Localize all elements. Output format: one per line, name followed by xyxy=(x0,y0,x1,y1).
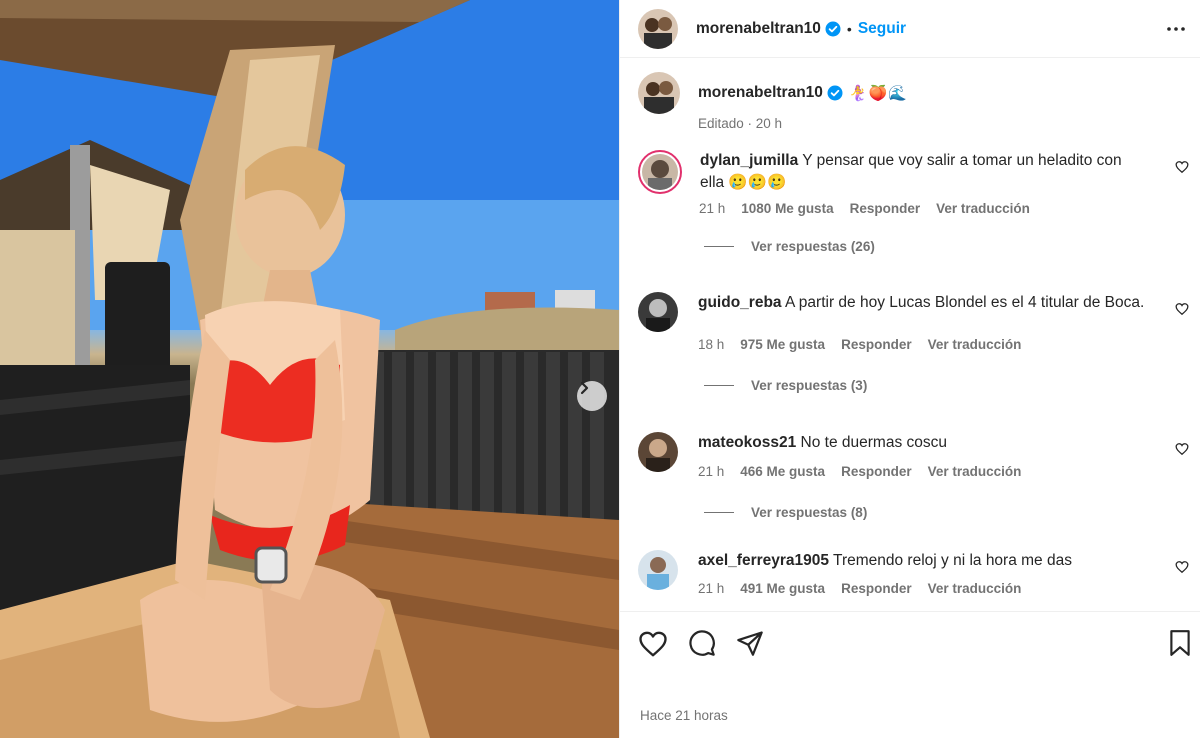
user-avatar-image xyxy=(638,72,680,114)
comment-item: mateokoss21 No te duermas coscu 21 h 466… xyxy=(638,432,1193,520)
comment-time[interactable]: 21 h xyxy=(699,201,725,216)
chevron-right-icon xyxy=(580,381,589,395)
caption-meta: Editado · 20 h xyxy=(698,116,783,131)
replies-divider xyxy=(704,246,734,247)
view-replies-button[interactable]: Ver respuestas (3) xyxy=(704,378,1193,393)
heart-icon[interactable] xyxy=(1175,160,1189,179)
comment-username[interactable]: mateokoss21 xyxy=(698,434,796,451)
comment-text: Tremendo reloj y ni la hora me das xyxy=(833,552,1072,569)
comment-likes[interactable]: 1080 Me gusta xyxy=(741,201,833,216)
next-image-button[interactable] xyxy=(577,381,607,411)
translate-button[interactable]: Ver traducción xyxy=(936,201,1030,216)
comment-time[interactable]: 18 h xyxy=(698,337,724,352)
header-username[interactable]: morenabeltran10 xyxy=(696,20,821,38)
commenter-avatar-image xyxy=(638,432,678,472)
heart-icon[interactable] xyxy=(1175,442,1189,461)
comment-username[interactable]: axel_ferreyra1905 xyxy=(698,552,829,569)
replies-divider xyxy=(704,385,734,386)
reply-button[interactable]: Responder xyxy=(841,581,912,596)
heart-icon[interactable] xyxy=(1175,302,1189,321)
translate-button[interactable]: Ver traducción xyxy=(928,337,1022,352)
comment-username[interactable]: guido_reba xyxy=(698,294,782,311)
reply-button[interactable]: Responder xyxy=(841,337,912,352)
translate-button[interactable]: Ver traducción xyxy=(928,581,1022,596)
commenter-avatar-image xyxy=(642,154,678,190)
avatar[interactable] xyxy=(638,432,678,472)
reply-button[interactable]: Responder xyxy=(841,464,912,479)
comment-likes[interactable]: 466 Me gusta xyxy=(740,464,825,479)
view-replies-label: Ver respuestas (3) xyxy=(751,378,868,393)
reply-button[interactable]: Responder xyxy=(850,201,921,216)
comment-username[interactable]: dylan_jumilla xyxy=(700,152,798,169)
heart-icon[interactable] xyxy=(1175,560,1189,579)
comment-likes[interactable]: 975 Me gusta xyxy=(740,337,825,352)
paper-plane-icon[interactable] xyxy=(736,629,764,664)
comment-item: guido_reba A partir de hoy Lucas Blondel… xyxy=(638,292,1193,393)
comment-text: No te duermas coscu xyxy=(800,434,948,451)
more-options-icon[interactable] xyxy=(1166,19,1186,44)
follow-button[interactable]: Seguir xyxy=(858,20,906,38)
avatar[interactable] xyxy=(638,292,678,332)
avatar[interactable] xyxy=(638,150,682,194)
view-replies-label: Ver respuestas (26) xyxy=(751,239,875,254)
caption-username[interactable]: morenabeltran10 xyxy=(698,84,823,102)
user-avatar-image xyxy=(638,8,678,49)
post-timestamp[interactable]: Hace 21 horas xyxy=(640,708,728,723)
replies-divider xyxy=(704,512,734,513)
beach-photo-illustration xyxy=(0,0,619,738)
bookmark-icon[interactable] xyxy=(1167,629,1193,662)
comment-item: dylan_jumilla Y pensar que voy salir a t… xyxy=(638,150,1193,254)
heart-icon[interactable] xyxy=(638,629,668,664)
comment-time[interactable]: 21 h xyxy=(698,464,724,479)
comment-bubble-icon[interactable] xyxy=(688,629,716,664)
post-actions-bar: Hace 21 horas xyxy=(620,611,1200,738)
comment-item: axel_ferreyra1905 Tremendo reloj y ni la… xyxy=(638,550,1193,596)
translate-button[interactable]: Ver traducción xyxy=(928,464,1022,479)
comment-text: A partir de hoy Lucas Blondel es el 4 ti… xyxy=(785,294,1145,311)
view-replies-button[interactable]: Ver respuestas (8) xyxy=(704,505,1193,520)
verified-badge-icon xyxy=(827,85,843,101)
avatar[interactable] xyxy=(638,8,678,49)
post-photo[interactable] xyxy=(0,0,619,738)
avatar[interactable] xyxy=(638,72,680,114)
view-replies-label: Ver respuestas (8) xyxy=(751,505,868,520)
comment-likes[interactable]: 491 Me gusta xyxy=(740,581,825,596)
separator-dot: • xyxy=(846,20,852,37)
view-replies-button[interactable]: Ver respuestas (26) xyxy=(704,239,1193,254)
commenter-avatar-image xyxy=(638,550,678,590)
post-caption: morenabeltran10 🧜‍♀️🍑🌊 Editado · 20 h xyxy=(638,72,1178,131)
avatar[interactable] xyxy=(638,550,678,590)
post-side-panel: morenabeltran10 • Seguir morenabeltran10 xyxy=(619,0,1200,738)
comment-time[interactable]: 21 h xyxy=(698,581,724,596)
commenter-avatar-image xyxy=(638,292,678,332)
verified-badge-icon xyxy=(825,21,841,37)
post-header: morenabeltran10 • Seguir xyxy=(620,0,1200,58)
caption-text: 🧜‍♀️🍑🌊 xyxy=(848,85,908,102)
